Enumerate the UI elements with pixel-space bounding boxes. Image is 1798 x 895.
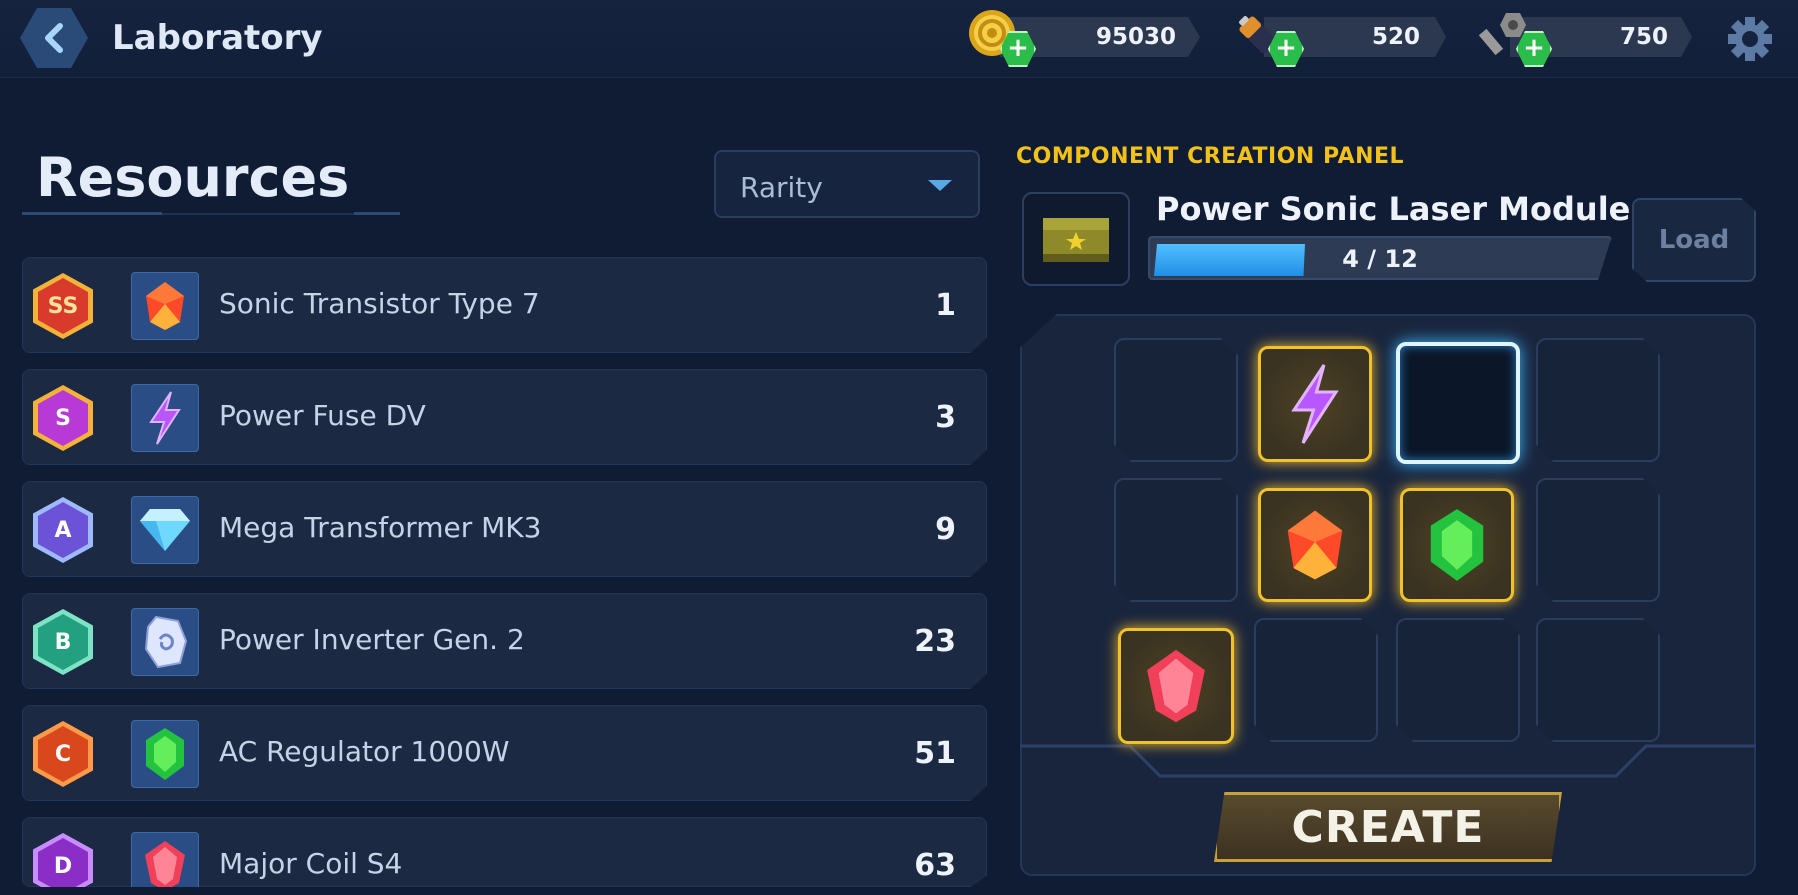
item-slot <box>131 496 199 564</box>
rank-badge-b: B <box>33 609 93 675</box>
craft-slot-1[interactable] <box>1114 338 1238 462</box>
rank-badge-c: C <box>33 721 93 787</box>
rarity-sort-dropdown[interactable]: Rarity <box>714 150 980 218</box>
load-button[interactable]: Load <box>1632 198 1756 282</box>
craft-slot-5[interactable] <box>1114 478 1238 602</box>
resource-count: 23 <box>914 624 956 659</box>
resource-row-sonic-transistor[interactable]: SS Sonic Transistor Type 7 1 <box>22 257 987 353</box>
red-crystal-icon <box>1287 510 1343 580</box>
page-title: Laboratory <box>112 18 323 58</box>
diamond-icon <box>140 509 190 551</box>
rank-badge-a: A <box>33 497 93 563</box>
rank-badge-d: D <box>33 833 93 887</box>
craft-slot-12[interactable] <box>1536 618 1660 742</box>
resource-name: AC Regulator 1000W <box>219 735 510 768</box>
currency-parts: 750 + <box>1476 13 1698 67</box>
chest-icon <box>1043 218 1109 262</box>
progress-text: 4 / 12 <box>1342 245 1418 273</box>
grid-divider <box>1020 744 1756 778</box>
rank-label: B <box>54 629 72 655</box>
module-title: Power Sonic Laser Module <box>1156 190 1631 228</box>
rank-badge-ss: SS <box>33 273 93 339</box>
back-button[interactable] <box>20 8 88 68</box>
red-gem-icon <box>145 841 185 887</box>
title-underline <box>22 212 400 215</box>
currency-coins: 95030 + <box>966 10 1206 67</box>
item-slot <box>131 832 199 887</box>
resource-row-power-inverter[interactable]: B Power Inverter Gen. 2 23 <box>22 593 987 689</box>
resource-count: 3 <box>935 400 956 435</box>
stone-rune-icon <box>144 615 188 669</box>
rank-label: C <box>54 741 72 767</box>
craft-slot-4[interactable] <box>1536 338 1660 462</box>
resource-name: Mega Transformer MK3 <box>219 511 542 544</box>
item-slot <box>131 384 199 452</box>
module-progress-bar: 4 / 12 <box>1148 236 1612 280</box>
resource-count: 51 <box>914 736 956 771</box>
resource-count: 1 <box>935 288 956 323</box>
craft-slot-6[interactable] <box>1258 488 1372 602</box>
resource-row-mega-transformer[interactable]: A Mega Transformer MK3 9 <box>22 481 987 577</box>
rarity-dropdown-value: Rarity <box>740 171 823 204</box>
top-bar: Laboratory 95030 + 520 + 750 + <box>0 0 1798 78</box>
rank-label: S <box>55 405 71 431</box>
green-emerald-icon <box>146 728 184 780</box>
red-gem-icon <box>1147 649 1205 723</box>
craft-slot-7[interactable] <box>1400 488 1514 602</box>
resource-count: 9 <box>935 512 956 547</box>
item-slot <box>131 272 199 340</box>
resources-title: Resources <box>36 146 350 209</box>
rank-label: SS <box>47 293 79 319</box>
craft-slot-9[interactable] <box>1118 628 1234 744</box>
panel-label: COMPONENT CREATION PANEL <box>1016 144 1405 169</box>
resource-name: Power Fuse DV <box>219 399 426 432</box>
item-slot <box>131 720 199 788</box>
lightning-bolt-icon <box>149 391 181 445</box>
red-crystal-icon <box>146 282 184 330</box>
lightning-bolt-icon <box>1291 364 1339 444</box>
green-emerald-icon <box>1430 509 1484 581</box>
craft-slot-11[interactable] <box>1396 618 1520 742</box>
item-slot <box>131 608 199 676</box>
craft-slot-2[interactable] <box>1258 346 1372 462</box>
resource-row-ac-regulator[interactable]: C AC Regulator 1000W 51 <box>22 705 987 801</box>
parts-amount: 750 <box>1619 24 1668 50</box>
resource-row-major-coil[interactable]: D Major Coil S4 63 <box>22 817 987 887</box>
rank-badge-s: S <box>33 385 93 451</box>
resource-name: Sonic Transistor Type 7 <box>219 287 540 320</box>
coins-amount: 95030 <box>1095 24 1176 50</box>
currency-battery: 520 + <box>1230 16 1450 67</box>
resource-row-power-fuse[interactable]: S Power Fuse DV 3 <box>22 369 987 465</box>
craft-slot-8[interactable] <box>1536 478 1660 602</box>
create-button[interactable]: CREATE <box>1214 792 1562 862</box>
resource-name: Major Coil S4 <box>219 847 403 880</box>
caret-down-icon <box>928 180 952 191</box>
module-icon-slot <box>1022 192 1130 286</box>
craft-slot-3-selected[interactable] <box>1396 342 1520 464</box>
resource-name: Power Inverter Gen. 2 <box>219 623 525 656</box>
resource-count: 63 <box>914 848 956 883</box>
chevron-left-icon <box>45 23 63 53</box>
rank-label: D <box>53 853 73 879</box>
craft-slot-10[interactable] <box>1254 618 1378 742</box>
rank-label: A <box>54 517 72 543</box>
battery-amount: 520 <box>1371 24 1420 50</box>
settings-gear-icon[interactable] <box>1724 14 1776 64</box>
